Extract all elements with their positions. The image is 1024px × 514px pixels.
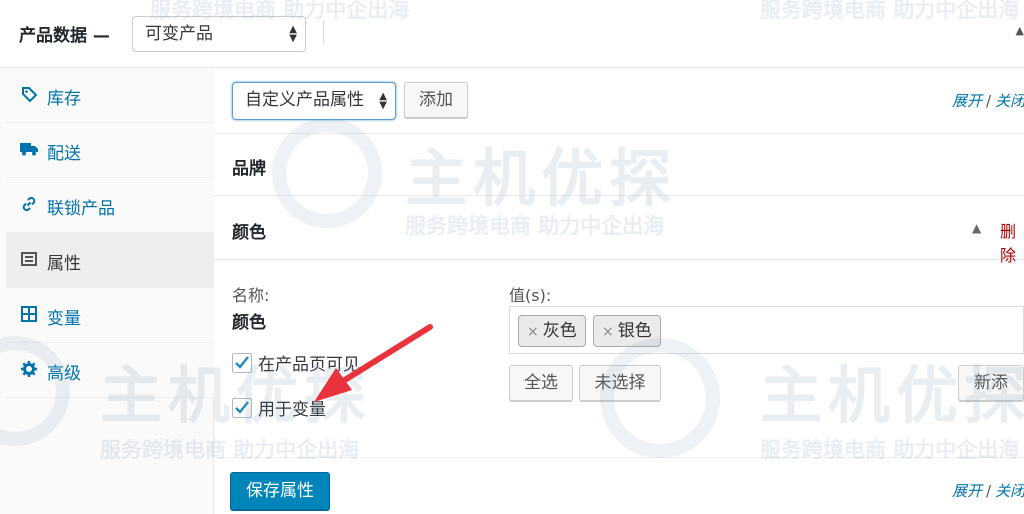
value-chip: × 银色 <box>593 315 661 347</box>
remove-value-icon[interactable]: × <box>602 324 614 340</box>
header-divider <box>323 20 324 44</box>
attribute-name-value: 颜色 <box>232 313 266 333</box>
visible-checkbox-label: 在产品页可见 <box>258 355 360 375</box>
add-attribute-button[interactable]: 添加 <box>404 82 468 118</box>
close-all-link[interactable]: 关闭 <box>995 92 1024 110</box>
attribute-taxonomy-select[interactable]: 自定义产品属性 ▲ ▼ <box>232 82 396 120</box>
variations-checkbox[interactable] <box>232 397 252 418</box>
sidebar-item-label: 变量 <box>47 309 81 329</box>
list-icon <box>20 250 38 268</box>
sidebar-item-shipping[interactable]: 配送 <box>6 123 214 178</box>
sidebar-item-advanced[interactable]: 高级 <box>6 343 214 398</box>
save-attributes-button[interactable]: 保存属性 <box>230 472 330 510</box>
truck-icon <box>20 140 38 158</box>
attribute-row-brand[interactable]: 品牌 <box>214 134 1024 196</box>
checkmark-icon <box>235 355 249 369</box>
expand-all-link[interactable]: 展开 <box>952 92 982 110</box>
remove-value-icon[interactable]: × <box>527 324 539 340</box>
sidebar-item-variations[interactable]: 变量 <box>6 288 214 343</box>
link-separator: / <box>986 482 992 500</box>
attribute-row-color[interactable]: 颜色 <box>214 196 1024 260</box>
detail-divider <box>214 457 1024 458</box>
link-separator: / <box>986 92 992 110</box>
product-data-title: 产品数据 — <box>19 26 110 46</box>
delete-attribute-link[interactable]: 删除 <box>1000 218 1024 266</box>
value-chip: × 灰色 <box>518 315 586 347</box>
gear-icon <box>20 360 38 378</box>
visible-checkbox[interactable] <box>232 352 252 373</box>
sidebar-item-label: 高级 <box>47 364 81 384</box>
select-arrows-icon: ▲ ▼ <box>379 91 387 111</box>
sidebar-item-attributes[interactable]: 属性 <box>6 233 214 288</box>
visible-on-product-page-option[interactable]: 在产品页可见 <box>232 350 360 375</box>
expand-close-links: 展开 / 关闭 <box>952 90 1024 111</box>
attribute-taxonomy-value: 自定义产品属性 <box>245 90 364 110</box>
select-none-button[interactable]: 未选择 <box>579 365 661 401</box>
grid-icon <box>20 305 38 323</box>
product-type-value: 可变产品 <box>145 24 213 44</box>
attribute-name: 品牌 <box>232 159 266 179</box>
attribute-values-input[interactable]: × 灰色 × 银色 <box>509 306 1024 354</box>
variations-checkbox-label: 用于变量 <box>258 400 326 420</box>
value-chip-label: 银色 <box>617 321 652 341</box>
product-data-header: 产品数据 — 可变产品 ▲ ▼ ▲ <box>0 0 1024 68</box>
add-new-value-button[interactable]: 新添 <box>958 365 1024 401</box>
close-all-link[interactable]: 关闭 <box>995 482 1024 500</box>
sidebar-item-label: 配送 <box>47 144 81 164</box>
footer-expand-close-links: 展开 / 关闭 <box>952 480 1024 501</box>
link-icon <box>20 195 38 213</box>
sidebar-item-label: 属性 <box>47 254 81 274</box>
expand-all-link[interactable]: 展开 <box>952 482 982 500</box>
sidebar-item-linked-products[interactable]: 联锁产品 <box>6 178 214 233</box>
attributes-toolbar: 自定义产品属性 ▲ ▼ 添加 展开 / 关闭 <box>214 68 1024 134</box>
select-arrows-icon: ▲ ▼ <box>289 24 297 44</box>
used-for-variations-option[interactable]: 用于变量 <box>232 395 326 420</box>
attribute-values-label: 值(s): <box>509 286 552 305</box>
sidebar-item-label: 联锁产品 <box>47 199 115 219</box>
sidebar-item-inventory[interactable]: 库存 <box>6 68 214 123</box>
sidebar-item-label: 库存 <box>47 89 81 109</box>
checkmark-icon <box>235 400 249 414</box>
select-all-button[interactable]: 全选 <box>509 365 573 401</box>
collapse-attribute-icon[interactable]: ▲ <box>972 221 981 235</box>
attribute-name-label: 名称: <box>232 286 270 305</box>
product-data-tabs: 库存 配送 联锁产品 属性 变量 高级 <box>0 68 214 514</box>
product-type-select[interactable]: 可变产品 ▲ ▼ <box>132 16 306 52</box>
attribute-name: 颜色 <box>232 223 266 243</box>
tag-icon <box>20 85 38 103</box>
value-chip-label: 灰色 <box>542 321 577 341</box>
triangle-up-icon[interactable]: ▲ <box>1016 24 1024 37</box>
attributes-panel: 自定义产品属性 ▲ ▼ 添加 展开 / 关闭 品牌 颜色 ▲ 删除 名称: 颜色 值(… <box>214 68 1024 514</box>
